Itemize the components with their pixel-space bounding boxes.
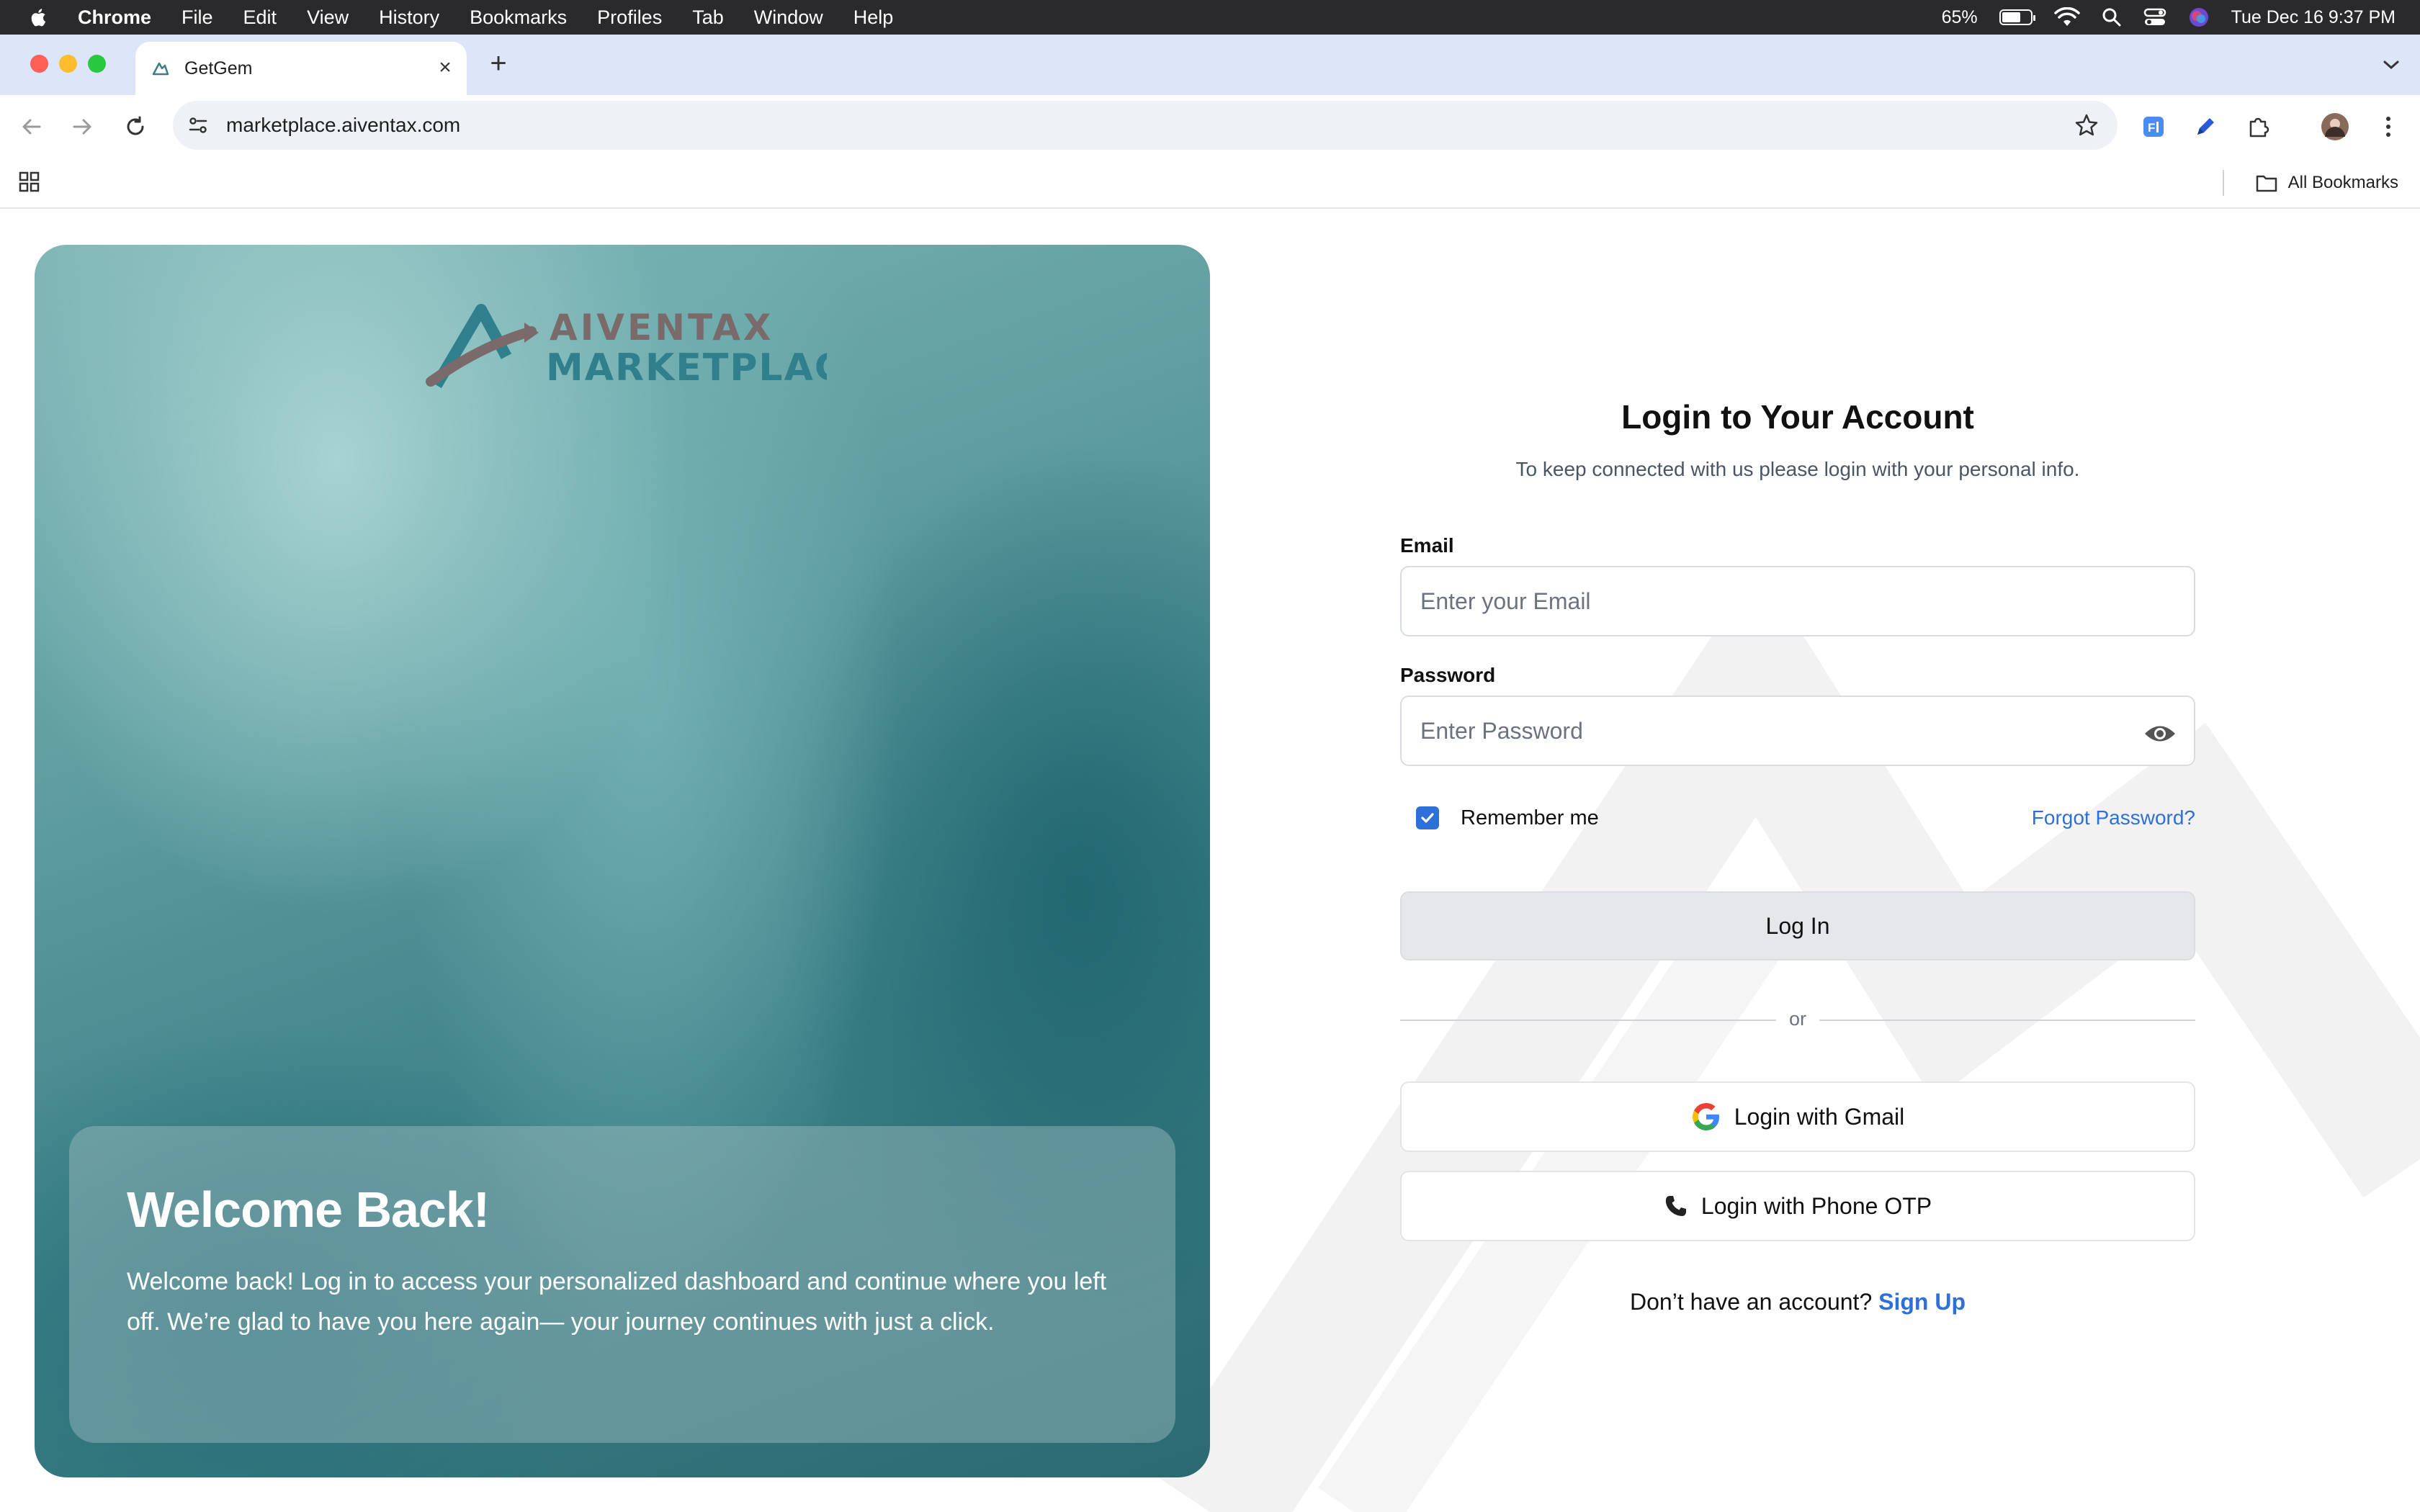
login-subtitle: To keep connected with us please login w… [1515, 458, 2080, 480]
menu-view[interactable]: View [307, 6, 349, 29]
login-title: Login to Your Account [1621, 398, 1974, 436]
apple-logo-icon[interactable] [29, 6, 49, 28]
chrome-toolbar: marketplace.aiventax.com F [0, 95, 2420, 158]
signup-row: Don’t have an account? Sign Up [1400, 1289, 2195, 1315]
forward-arrow-icon[interactable] [66, 111, 98, 143]
menu-file[interactable]: File [182, 6, 213, 29]
menu-window[interactable]: Window [754, 6, 823, 29]
menu-edit[interactable]: Edit [243, 6, 277, 29]
extension-translate-icon[interactable]: F [2138, 111, 2169, 143]
sign-up-link[interactable]: Sign Up [1878, 1289, 1966, 1315]
battery-percent: 65% [1941, 6, 1978, 27]
folder-icon [2256, 175, 2277, 192]
battery-icon[interactable] [1999, 9, 2035, 25]
logo-line1: AIVENTAX [550, 307, 774, 348]
menu-profiles[interactable]: Profiles [597, 6, 662, 29]
phone-icon [1665, 1196, 1686, 1216]
email-field[interactable] [1400, 566, 2195, 636]
welcome-heading: Welcome Back! [127, 1182, 490, 1238]
menu-app-name[interactable]: Chrome [78, 6, 151, 29]
gmail-button-label: Login with Gmail [1734, 1103, 1905, 1130]
password-label: Password [1400, 664, 1496, 686]
apps-grid-icon[interactable] [17, 170, 42, 194]
siri-icon[interactable] [2188, 6, 2210, 28]
phone-otp-button-label: Login with Phone OTP [1700, 1192, 1932, 1219]
menu-help[interactable]: Help [853, 6, 894, 29]
or-separator: or [1788, 1008, 1806, 1030]
profile-avatar[interactable] [2319, 111, 2351, 143]
menu-bookmarks[interactable]: Bookmarks [470, 6, 567, 29]
spotlight-search-icon[interactable] [2102, 7, 2122, 27]
window-minimize-button[interactable] [59, 55, 77, 73]
page-content: AIVENTAX MARKETPLACE Welcome Back! Welco… [0, 209, 2420, 1512]
divider-right [1819, 1020, 2195, 1021]
bookmarks-divider [2223, 170, 2224, 196]
tab-getgem[interactable]: GetGem × [135, 42, 467, 95]
window-zoom-button[interactable] [88, 55, 106, 73]
background-logo-watermark [1152, 565, 2420, 1512]
control-center-icon[interactable] [2143, 7, 2166, 27]
new-tab-button[interactable]: + [484, 49, 513, 78]
login-with-gmail-button[interactable]: Login with Gmail [1400, 1081, 2195, 1152]
chrome-menu-kebab-icon[interactable] [2372, 111, 2404, 143]
menu-tab[interactable]: Tab [692, 6, 724, 29]
site-favicon-icon [152, 62, 169, 76]
back-arrow-icon[interactable] [16, 111, 48, 143]
login-with-phone-otp-button[interactable]: Login with Phone OTP [1400, 1171, 2195, 1241]
google-g-icon [1692, 1103, 1719, 1130]
extensions-puzzle-icon[interactable] [2243, 111, 2275, 143]
divider-left [1400, 1020, 1776, 1021]
address-bar[interactable]: marketplace.aiventax.com [173, 101, 2118, 150]
welcome-card: Welcome Back! Welcome back! Log in to ac… [69, 1126, 1175, 1443]
tab-close-icon[interactable]: × [434, 55, 457, 79]
show-password-eye-icon[interactable] [2143, 721, 2177, 746]
reload-icon[interactable] [120, 111, 151, 143]
email-label: Email [1400, 534, 1454, 557]
logo-line2: MARKETPLACE [546, 346, 827, 390]
checkmark-icon [1421, 813, 1434, 823]
wifi-icon[interactable] [2053, 7, 2080, 27]
bookmarks-bar: All Bookmarks [0, 158, 2420, 209]
site-info-icon[interactable] [187, 114, 209, 136]
macos-menu-bar: Chrome File Edit View History Bookmarks … [0, 0, 2420, 35]
clock[interactable]: Tue Dec 16 9:37 PM [2231, 7, 2396, 28]
all-bookmarks-button[interactable]: All Bookmarks [2255, 168, 2398, 197]
aiventax-logo: AIVENTAX MARKETPLACE [426, 304, 827, 390]
battery-fill [2002, 12, 2020, 22]
svg-text:F: F [2148, 121, 2155, 135]
welcome-body: Welcome back! Log in to access your pers… [127, 1268, 1107, 1336]
forgot-password-link[interactable]: Forgot Password? [2032, 806, 2195, 829]
bookmark-star-icon[interactable] [2074, 113, 2099, 138]
window-close-button[interactable] [30, 55, 48, 73]
hero-panel: AIVENTAX MARKETPLACE Welcome Back! Welco… [35, 245, 1210, 1477]
remember-me-label[interactable]: Remember me [1461, 806, 1599, 830]
remember-me-checkbox[interactable] [1416, 806, 1439, 829]
tab-search-chevron-icon[interactable] [2375, 49, 2407, 81]
menu-history[interactable]: History [379, 6, 439, 29]
all-bookmarks-label: All Bookmarks [2287, 173, 2398, 192]
tab-title: GetGem [184, 58, 253, 78]
login-button[interactable]: Log In [1400, 891, 2195, 960]
signup-prompt: Don’t have an account? [1630, 1289, 1873, 1315]
password-field[interactable] [1400, 696, 2195, 766]
chrome-tab-strip: GetGem × + [0, 35, 2420, 95]
url-text[interactable]: marketplace.aiventax.com [226, 114, 460, 137]
extension-pen-icon[interactable] [2190, 111, 2221, 143]
